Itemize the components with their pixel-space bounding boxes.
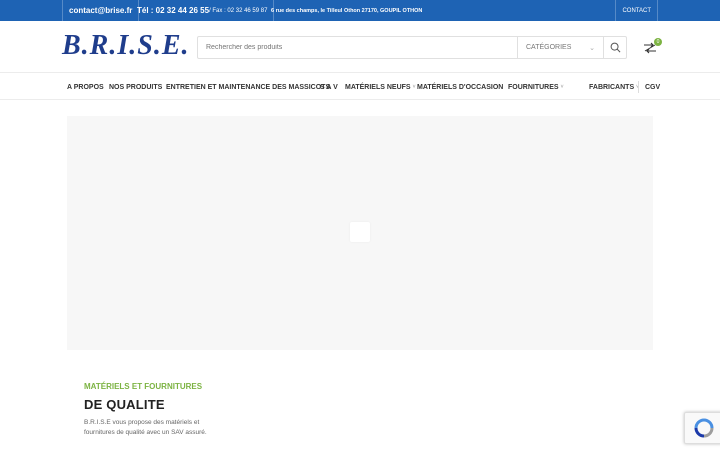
categories-select[interactable]: CATÉGORIES ⌄ — [517, 37, 603, 58]
nav-item-fabricants[interactable]: FABRICANTS˅ — [589, 74, 639, 100]
search-icon — [610, 42, 620, 53]
nav-item-materiels-neufs[interactable]: MATÉRIELS NEUFS ˅ — [345, 74, 416, 100]
site-header: B.R.I.S.E. CATÉGORIES ⌄ 0 — [0, 21, 720, 73]
compare-count-badge: 0 — [654, 38, 662, 46]
phone-number[interactable]: Tél : 02 32 44 26 55 — [137, 6, 209, 15]
search-form: CATÉGORIES ⌄ — [197, 36, 627, 59]
search-input[interactable] — [198, 37, 517, 58]
main-nav: A PROPOS NOS PRODUITS ENTRETIEN ET MAINT… — [0, 74, 720, 100]
chevron-down-icon: ˅ — [560, 84, 564, 90]
nav-item-sav[interactable]: S A V — [320, 74, 338, 100]
chevron-down-icon: ⌄ — [589, 44, 595, 52]
section-description: B.R.I.S.E vous propose des matériels et … — [84, 419, 207, 436]
email-link[interactable]: contact@brise.fr — [62, 0, 140, 21]
nav-item-fournitures-label: FOURNITURES — [508, 83, 559, 91]
slider-loader — [350, 222, 370, 242]
contact-link[interactable]: CONTACT — [615, 0, 658, 21]
categories-label: CATÉGORIES — [526, 44, 572, 51]
chevron-down-icon: ˅ — [412, 84, 416, 90]
nav-item-cgv[interactable]: CGV — [645, 74, 660, 100]
nav-item-materiels-neufs-label: MATÉRIELS NEUFS — [345, 83, 411, 91]
search-button[interactable] — [603, 37, 626, 58]
compare-button[interactable]: 0 — [643, 38, 662, 55]
top-bar: contact@brise.fr Tél : 02 32 44 26 55 / … — [0, 0, 720, 21]
nav-item-fournitures[interactable]: FOURNITURES ˅ — [508, 74, 563, 100]
section-headline: DE QUALITE — [84, 397, 165, 412]
nav-item-a-propos[interactable]: A PROPOS — [67, 74, 104, 100]
nav-item-fabricants-label: FABRICANTS — [589, 83, 635, 91]
recaptcha-badge[interactable] — [684, 412, 720, 444]
section-subtitle: MATÉRIELS ET FOURNITURES — [84, 382, 203, 391]
address: 6 rue des champs, le Tilleul Othon 27170… — [271, 7, 423, 14]
nav-item-entretien[interactable]: ENTRETIEN ET MAINTENANCE DES MASSICOTS — [166, 74, 330, 100]
nav-divider — [638, 81, 639, 93]
phone-info: Tél : 02 32 44 26 55 / Fax : 02 32 46 59… — [131, 0, 275, 21]
brise-logo[interactable]: B.R.I.S.E. — [62, 30, 190, 62]
nav-item-materiels-occasion[interactable]: MATÉRIELS D'OCCASION — [417, 74, 503, 100]
nav-item-nos-produits[interactable]: NOS PRODUITS — [109, 74, 162, 100]
fax-number: / Fax : 02 32 46 59 87 — [209, 7, 268, 14]
recaptcha-icon — [694, 418, 714, 438]
